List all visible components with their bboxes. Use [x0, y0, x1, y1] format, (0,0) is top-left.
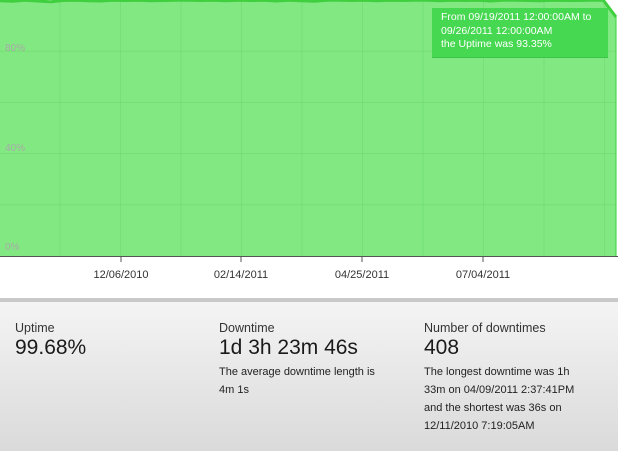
downtime-count-label: Number of downtimes	[424, 321, 546, 335]
downtime-extremes-note: The longest downtime was 1h 33m on 04/09…	[424, 363, 574, 435]
x-tick-label-2011-04-25: 04/25/2011	[334, 269, 390, 281]
extremes-note-line-2: 33m on 04/09/2011 2:37:41PM	[424, 384, 575, 396]
extremes-note-line-1: The longest downtime was 1h	[424, 366, 570, 378]
downtime-average-note: The average downtime length is 4m 1s	[219, 363, 375, 399]
x-tick-label-2011-02-14: 02/14/2011	[213, 269, 269, 281]
downtime-stat: Downtime 1d 3h 23m 46s The average downt…	[219, 321, 375, 399]
uptime-value: 99.68%	[15, 336, 87, 359]
x-tick-label-2011-07-04: 07/04/2011	[455, 269, 511, 281]
x-tick-label-2010-12-06: 12/06/2010	[93, 269, 149, 281]
y-tick-label-0: 0%	[5, 242, 20, 253]
tooltip-line-range-start: From 09/19/2011 12:00:00AM to	[441, 11, 592, 23]
downtime-value: 1d 3h 23m 46s	[219, 336, 358, 359]
tooltip-line-uptime: the Uptime was 93.35%	[441, 38, 552, 50]
downtime-note-line-2: 4m 1s	[219, 384, 249, 396]
uptime-stat: Uptime 99.68%	[15, 321, 86, 360]
summary-panel: Uptime 99.68% Downtime 1d 3h 23m 46s The…	[0, 298, 618, 451]
uptime-chart: 80% 40% 0% 12/06/2010 02/14/2011 04/25/2…	[0, 0, 618, 300]
y-tick-label-80: 80%	[5, 43, 26, 54]
extremes-note-line-3: and the shortest was 36s on	[424, 402, 562, 414]
y-tick-label-40: 40%	[5, 143, 26, 154]
downtime-note-line-1: The average downtime length is	[219, 366, 375, 378]
downtime-count-value: 408	[424, 336, 460, 359]
extremes-note-line-4: 12/11/2010 7:19:05AM	[424, 420, 535, 432]
uptime-label: Uptime	[15, 321, 55, 335]
downtime-count-stat: Number of downtimes 408 The longest down…	[424, 321, 574, 435]
data-point-tooltip: From 09/19/2011 12:00:00AM to 09/26/2011…	[432, 8, 608, 58]
tooltip-line-range-end: 09/26/2011 12:00:00AM	[441, 24, 553, 37]
downtime-label: Downtime	[219, 321, 275, 335]
